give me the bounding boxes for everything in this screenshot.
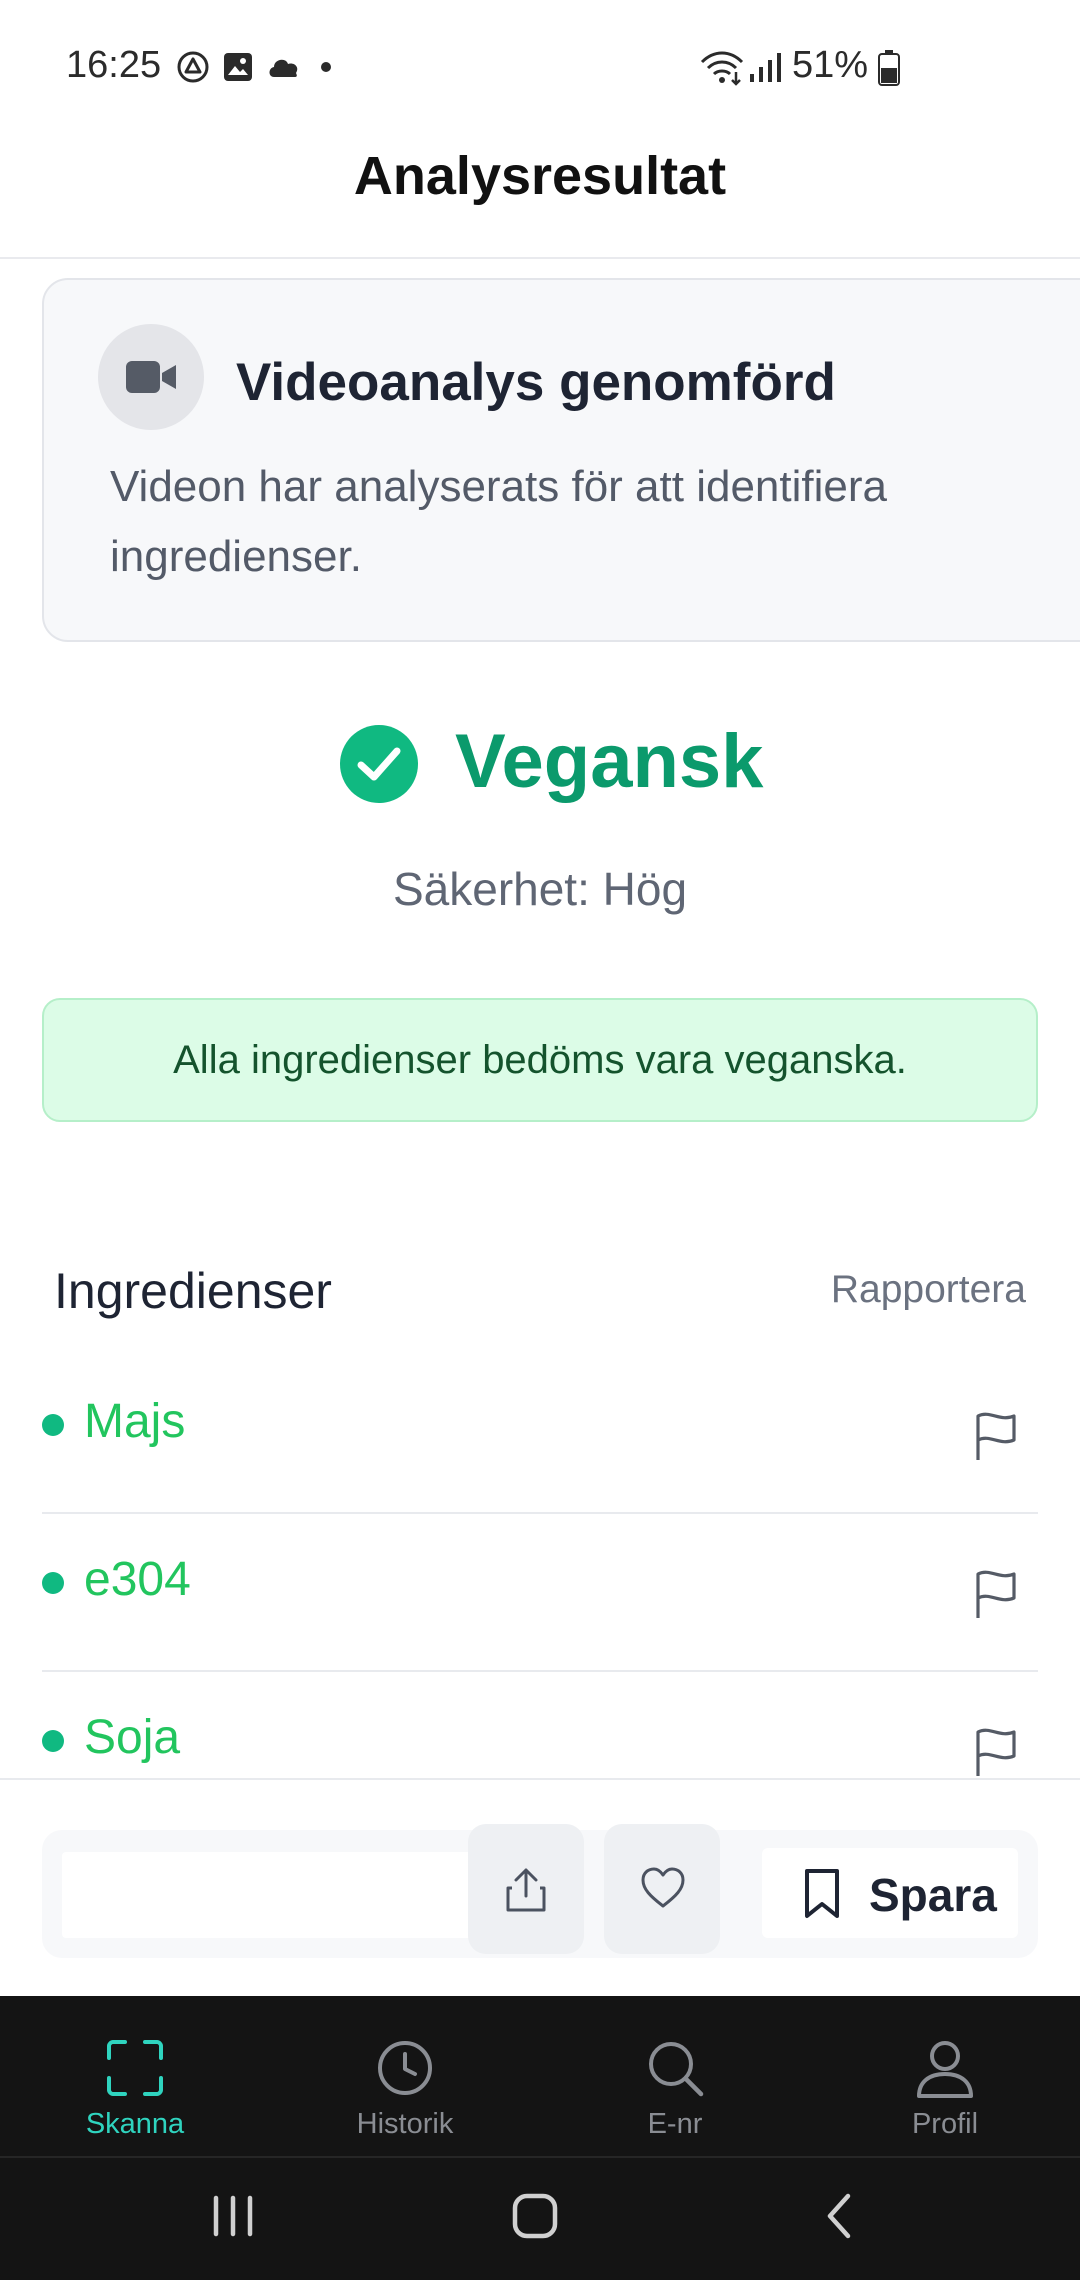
favorite-button[interactable] xyxy=(604,1824,720,1954)
report-link[interactable]: Rapportera xyxy=(831,1268,1026,1312)
wifi-icon xyxy=(700,51,744,86)
nav-item-e-numbers[interactable]: E-nr xyxy=(540,1996,810,2156)
back-icon[interactable] xyxy=(818,2186,858,2246)
bottom-nav: Skanna Historik E-nr Profil xyxy=(0,1996,1080,2156)
search-icon xyxy=(649,2042,704,2097)
action-bar: Spara xyxy=(0,1778,1080,1996)
check-badge xyxy=(340,725,418,803)
ingredients-heading: Ingredienser xyxy=(54,1263,332,1319)
status-dot xyxy=(42,1730,64,1752)
verdict-text: Alla ingredienser bedöms vara veganska. xyxy=(173,1038,907,1082)
ingredient-name: Soja xyxy=(84,1711,181,1764)
nav-item-scan[interactable]: Skanna xyxy=(0,1996,270,2156)
ingredient-item: Majs xyxy=(42,1358,1038,1514)
battery-icon xyxy=(878,50,900,86)
share-button[interactable] xyxy=(468,1824,584,1954)
save-button[interactable]: Spara xyxy=(762,1848,1018,1938)
nav-label: Skanna xyxy=(85,2108,185,2140)
system-nav-bar xyxy=(0,2156,1080,2280)
user-icon xyxy=(917,2041,973,2098)
nav-label: Profil xyxy=(911,2108,979,2140)
flag-icon[interactable] xyxy=(972,1726,1020,1778)
status-right: 51% xyxy=(700,44,1080,94)
battery-percent: 51% xyxy=(792,44,869,86)
ingredient-name: e304 xyxy=(84,1553,191,1606)
recents-icon[interactable] xyxy=(210,2186,256,2246)
video-icon-badge xyxy=(98,324,204,430)
scan-icon xyxy=(107,2040,163,2096)
home-icon[interactable] xyxy=(510,2186,560,2246)
dot-icon xyxy=(321,62,331,72)
drive-icon xyxy=(177,51,209,83)
page-title: Analysresultat xyxy=(353,146,727,206)
bookmark-icon xyxy=(805,1869,839,1918)
check-icon xyxy=(357,747,401,781)
flag-icon[interactable] xyxy=(972,1410,1020,1462)
status-time: 16:25 xyxy=(66,44,162,86)
heart-icon xyxy=(641,1867,685,1908)
share-icon xyxy=(506,1868,546,1912)
status-dot xyxy=(42,1572,64,1594)
status-dot xyxy=(42,1414,64,1436)
video-analysis-card: Videoanalys genomförd Videon har analyse… xyxy=(42,278,1080,642)
cloud-icon xyxy=(269,59,298,77)
video-card-title: Videoanalys genomförd xyxy=(236,353,836,412)
result-row: Vegansk xyxy=(0,718,1080,818)
gallery-icon xyxy=(224,53,252,81)
nav-label: Historik xyxy=(356,2108,454,2140)
app-header: Analysresultat xyxy=(0,135,1080,259)
signal-icon xyxy=(750,53,781,82)
nav-item-history[interactable]: Historik xyxy=(270,1996,540,2156)
status-bar: 16:25 51% xyxy=(0,0,1080,135)
save-label: Spara xyxy=(869,1869,997,1921)
result-label: Vegansk xyxy=(455,719,764,804)
ingredient-item: e304 xyxy=(42,1516,1038,1672)
video-camera-icon xyxy=(126,361,176,393)
nav-label: E-nr xyxy=(647,2108,703,2140)
screen: 16:25 51% Analysresultat Videoanalys gen… xyxy=(0,0,1080,2280)
action-input-area[interactable] xyxy=(62,1852,472,1938)
verdict-banner: Alla ingredienser bedöms vara veganska. xyxy=(42,998,1038,1122)
video-card-description: Videon har analyserats för att identifie… xyxy=(110,462,887,581)
status-icons-left xyxy=(176,50,338,84)
confidence-text: Säkerhet: Hög xyxy=(392,863,688,915)
clock-icon xyxy=(378,2041,432,2095)
nav-item-profile[interactable]: Profil xyxy=(810,1996,1080,2156)
ingredient-name: Majs xyxy=(84,1395,186,1448)
flag-icon[interactable] xyxy=(972,1568,1020,1620)
